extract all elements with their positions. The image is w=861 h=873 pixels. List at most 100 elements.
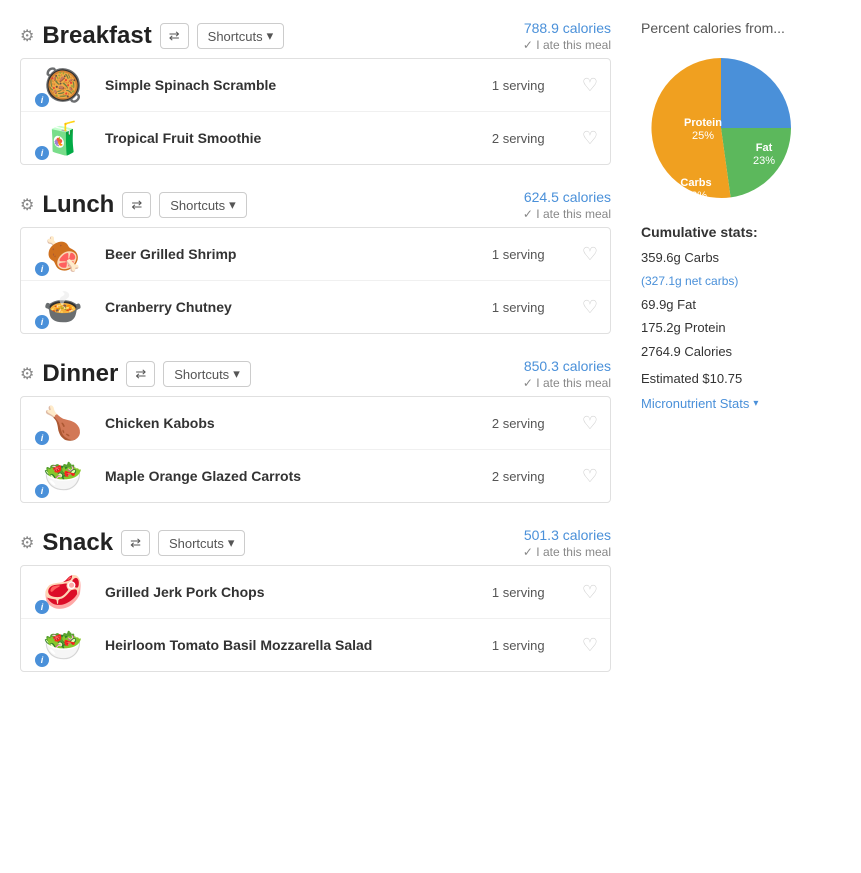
- food-serving-dinner-1: 2 serving: [492, 469, 582, 484]
- food-icon-breakfast-0: 🥘 i: [33, 69, 93, 101]
- ate-meal-breakfast[interactable]: ✓ I ate this meal: [523, 38, 611, 52]
- meal-header-right-lunch: 624.5 calories ✓ I ate this meal: [523, 189, 611, 221]
- shuffle-button-dinner[interactable]: ⇄: [126, 361, 155, 387]
- meal-section-dinner: ⚙ Dinner ⇄ Shortcuts ▾ 850.3 calories ✓ …: [20, 358, 611, 503]
- food-icon-snack-0: 🥩 i: [33, 576, 93, 608]
- food-icon-dinner-0: 🍗 i: [33, 407, 93, 439]
- shuffle-icon: ⇄: [135, 366, 146, 381]
- calories-link-breakfast[interactable]: 788.9 calories: [523, 20, 611, 36]
- calories-link-lunch[interactable]: 624.5 calories: [523, 189, 611, 205]
- info-icon-snack-1[interactable]: i: [35, 653, 49, 667]
- food-emoji-snack-1: 🥗: [43, 629, 83, 661]
- food-emoji-breakfast-0: 🥘: [43, 69, 83, 101]
- meal-section-snack: ⚙ Snack ⇄ Shortcuts ▾ 501.3 calories ✓ I…: [20, 527, 611, 672]
- favorite-button-snack-1[interactable]: ♡: [582, 635, 598, 656]
- cumulative-stats: 359.6g Carbs (327.1g net carbs) 69.9g Fa…: [641, 246, 841, 363]
- favorite-button-breakfast-0[interactable]: ♡: [582, 75, 598, 96]
- food-item-breakfast-0: 🥘 i Simple Spinach Scramble 1 serving ♡: [21, 59, 610, 112]
- favorite-button-lunch-1[interactable]: ♡: [582, 297, 598, 318]
- food-item-snack-0: 🥩 i Grilled Jerk Pork Chops 1 serving ♡: [21, 566, 610, 619]
- info-icon-breakfast-0[interactable]: i: [35, 93, 49, 107]
- dropdown-arrow-icon: ▾: [233, 366, 240, 382]
- shuffle-icon: ⇄: [131, 197, 142, 212]
- shuffle-icon: ⇄: [169, 28, 180, 43]
- food-serving-breakfast-1: 2 serving: [492, 131, 582, 146]
- chevron-down-icon: ▾: [753, 398, 758, 409]
- shuffle-button-snack[interactable]: ⇄: [121, 530, 150, 556]
- food-serving-breakfast-0: 1 serving: [492, 78, 582, 93]
- food-emoji-lunch-0: 🍖: [43, 238, 83, 270]
- cumulative-title: Cumulative stats:: [641, 224, 841, 240]
- estimated-cost: Estimated $10.75: [641, 371, 841, 386]
- info-icon-dinner-0[interactable]: i: [35, 431, 49, 445]
- info-icon-breakfast-1[interactable]: i: [35, 146, 49, 160]
- shortcuts-button-lunch[interactable]: Shortcuts ▾: [159, 192, 246, 218]
- food-serving-snack-0: 1 serving: [492, 585, 582, 600]
- food-list-snack: 🥩 i Grilled Jerk Pork Chops 1 serving ♡ …: [20, 565, 611, 672]
- calories-link-snack[interactable]: 501.3 calories: [523, 527, 611, 543]
- ate-meal-snack[interactable]: ✓ I ate this meal: [523, 545, 611, 559]
- food-emoji-dinner-0: 🍗: [43, 407, 83, 439]
- food-item-breakfast-1: 🧃 i Tropical Fruit Smoothie 2 serving ♡: [21, 112, 610, 164]
- food-serving-snack-1: 1 serving: [492, 638, 582, 653]
- favorite-button-dinner-1[interactable]: ♡: [582, 466, 598, 487]
- food-name-breakfast-0: Simple Spinach Scramble: [93, 77, 492, 93]
- favorite-button-dinner-0[interactable]: ♡: [582, 413, 598, 434]
- food-item-lunch-1: 🍲 i Cranberry Chutney 1 serving ♡: [21, 281, 610, 333]
- info-icon-lunch-1[interactable]: i: [35, 315, 49, 329]
- dropdown-arrow-icon: ▾: [229, 197, 236, 213]
- food-name-dinner-1: Maple Orange Glazed Carrots: [93, 468, 492, 484]
- food-emoji-breakfast-1: 🧃: [43, 122, 83, 154]
- food-serving-lunch-1: 1 serving: [492, 300, 582, 315]
- meal-header-dinner: ⚙ Dinner ⇄ Shortcuts ▾ 850.3 calories ✓ …: [20, 358, 611, 390]
- gear-icon-breakfast[interactable]: ⚙: [20, 26, 34, 46]
- meal-header-snack: ⚙ Snack ⇄ Shortcuts ▾ 501.3 calories ✓ I…: [20, 527, 611, 559]
- food-emoji-dinner-1: 🥗: [43, 460, 83, 492]
- favorite-button-lunch-0[interactable]: ♡: [582, 244, 598, 265]
- food-emoji-lunch-1: 🍲: [43, 291, 83, 323]
- stats-panel: Percent calories from...: [631, 20, 841, 696]
- pie-chart-title: Percent calories from...: [641, 20, 841, 36]
- food-item-dinner-0: 🍗 i Chicken Kabobs 2 serving ♡: [21, 397, 610, 450]
- shortcuts-button-breakfast[interactable]: Shortcuts ▾: [197, 23, 284, 49]
- info-icon-lunch-0[interactable]: i: [35, 262, 49, 276]
- info-icon-dinner-1[interactable]: i: [35, 484, 49, 498]
- calories-stat: 2764.9 Calories: [641, 340, 841, 363]
- shuffle-button-lunch[interactable]: ⇄: [122, 192, 151, 218]
- info-icon-snack-0[interactable]: i: [35, 600, 49, 614]
- meal-header-left-dinner: ⚙ Dinner ⇄ Shortcuts ▾: [20, 360, 251, 388]
- favorite-button-breakfast-1[interactable]: ♡: [582, 128, 598, 149]
- food-list-breakfast: 🥘 i Simple Spinach Scramble 1 serving ♡ …: [20, 58, 611, 165]
- fat-stat: 69.9g Fat: [641, 293, 841, 316]
- shuffle-button-breakfast[interactable]: ⇄: [160, 23, 189, 49]
- calories-link-dinner[interactable]: 850.3 calories: [523, 358, 611, 374]
- gear-icon-snack[interactable]: ⚙: [20, 533, 34, 553]
- favorite-button-snack-0[interactable]: ♡: [582, 582, 598, 603]
- shortcuts-button-snack[interactable]: Shortcuts ▾: [158, 530, 245, 556]
- shuffle-icon: ⇄: [130, 535, 141, 550]
- svg-text:25%: 25%: [692, 130, 714, 142]
- meal-header-lunch: ⚙ Lunch ⇄ Shortcuts ▾ 624.5 calories ✓ I…: [20, 189, 611, 221]
- food-item-lunch-0: 🍖 i Beer Grilled Shrimp 1 serving ♡: [21, 228, 610, 281]
- ate-meal-dinner[interactable]: ✓ I ate this meal: [523, 376, 611, 390]
- food-name-breakfast-1: Tropical Fruit Smoothie: [93, 130, 492, 146]
- meal-header-breakfast: ⚙ Breakfast ⇄ Shortcuts ▾ 788.9 calories…: [20, 20, 611, 52]
- gear-icon-lunch[interactable]: ⚙: [20, 195, 34, 215]
- shortcuts-label: Shortcuts: [174, 367, 229, 382]
- carbs-stat: 359.6g Carbs: [641, 246, 841, 269]
- food-name-dinner-0: Chicken Kabobs: [93, 415, 492, 431]
- gear-icon-dinner[interactable]: ⚙: [20, 364, 34, 384]
- food-name-lunch-0: Beer Grilled Shrimp: [93, 246, 492, 262]
- meal-header-right-dinner: 850.3 calories ✓ I ate this meal: [523, 358, 611, 390]
- micronutrient-link[interactable]: Micronutrient Stats ▾: [641, 396, 758, 411]
- food-name-lunch-1: Cranberry Chutney: [93, 299, 492, 315]
- food-item-dinner-1: 🥗 i Maple Orange Glazed Carrots 2 servin…: [21, 450, 610, 502]
- ate-meal-lunch[interactable]: ✓ I ate this meal: [523, 207, 611, 221]
- svg-text:Fat: Fat: [756, 142, 773, 154]
- food-item-snack-1: 🥗 i Heirloom Tomato Basil Mozzarella Sal…: [21, 619, 610, 671]
- shortcuts-button-dinner[interactable]: Shortcuts ▾: [163, 361, 250, 387]
- meal-header-left-lunch: ⚙ Lunch ⇄ Shortcuts ▾: [20, 191, 247, 219]
- food-icon-dinner-1: 🥗 i: [33, 460, 93, 492]
- food-icon-breakfast-1: 🧃 i: [33, 122, 93, 154]
- food-serving-lunch-0: 1 serving: [492, 247, 582, 262]
